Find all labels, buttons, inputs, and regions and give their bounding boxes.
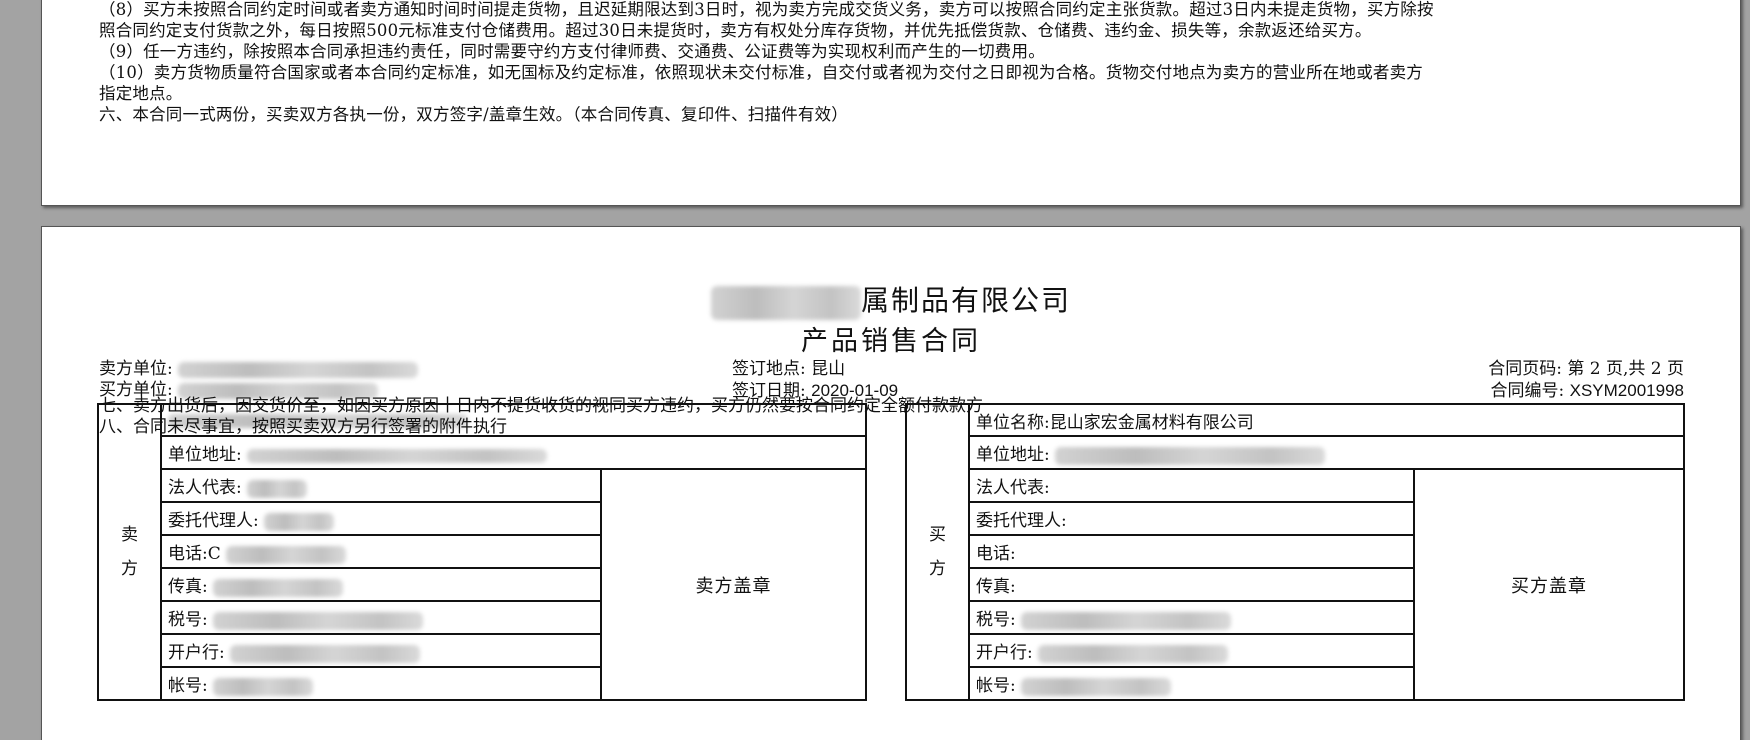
seller-phone-cell: 电话:C bbox=[160, 534, 602, 569]
redacted-buyer-address bbox=[1055, 446, 1326, 465]
buyer-side-char-1: 买 bbox=[929, 525, 946, 545]
buyer-phone-label: 电话: bbox=[976, 544, 1016, 564]
redacted-seller-agent bbox=[264, 512, 335, 531]
sign-place-value: 昆山 bbox=[811, 359, 846, 379]
seller-info-table: 卖方 单位地址: 法人代表: 卖方盖章 委托代理人: 电话:C 传真: 税号: … bbox=[97, 403, 867, 701]
clause-8-line-1: （8）买方未按照合同约定时间或者卖方通知时间时间提走货物，且迟延期限达到3日时，… bbox=[99, 0, 1434, 19]
document-title: 产品销售合同 bbox=[801, 326, 981, 357]
seller-unit-address-label: 单位地址: bbox=[168, 445, 242, 465]
redacted-buyer-account bbox=[1021, 677, 1172, 696]
overlay-clause-7: 七、卖方出货后，因交货价至，如因买方原因十日内不提货收货的视同买方违约，买方仍然… bbox=[99, 396, 983, 416]
buyer-agent-label: 委托代理人: bbox=[976, 511, 1067, 531]
redacted-seller-tax bbox=[213, 611, 424, 630]
redacted-seller-legal-rep bbox=[247, 479, 308, 498]
clause-10-line-2: 指定地点。 bbox=[99, 84, 183, 103]
redacted-seller-address bbox=[247, 448, 548, 463]
redacted-company-prefix bbox=[710, 285, 861, 320]
clause-8-line-2: 照合同约定支付货款之外，每日按照500元标准支付仓储费用。超过30日未提货时，卖… bbox=[99, 21, 1372, 40]
page-number-row: 合同页码: 第 2 页,共 2 页 bbox=[1488, 359, 1684, 380]
seller-agent-label: 委托代理人: bbox=[168, 511, 259, 531]
buyer-phone-cell: 电话: bbox=[968, 534, 1415, 569]
buyer-bank-cell: 开户行: bbox=[968, 633, 1415, 668]
seller-fax-label: 传真: bbox=[168, 577, 208, 597]
buyer-legal-rep-cell: 法人代表: bbox=[968, 468, 1415, 503]
seller-tax-label: 税号: bbox=[168, 610, 208, 630]
buyer-tax-label: 税号: bbox=[976, 610, 1016, 630]
redacted-seller-account bbox=[213, 677, 314, 696]
overlay-clause-8: 八、合同未尽事宜，按照买卖双方另行签署的附件执行 bbox=[99, 417, 507, 437]
company-name-visible: 属制品有限公司 bbox=[860, 284, 1071, 317]
seller-unit-address-cell: 单位地址: bbox=[160, 435, 867, 470]
seller-unit-row: 卖方单位: bbox=[99, 359, 419, 380]
seller-side-char-1: 卖 bbox=[121, 525, 138, 545]
buyer-unit-address-label: 单位地址: bbox=[976, 445, 1050, 465]
clause-6: 六、本合同一式两份，买卖双方各执一份，双方签字/盖章生效。（本合同传真、复印件、… bbox=[99, 105, 849, 124]
buyer-stamp-cell: 买方盖章 bbox=[1413, 468, 1685, 701]
contract-number-label: 合同编号: bbox=[1490, 381, 1565, 401]
seller-phone-label: 电话: bbox=[168, 544, 208, 564]
page-number-value: 第 2 页,共 2 页 bbox=[1567, 359, 1684, 379]
redacted-seller-fax bbox=[213, 578, 344, 597]
seller-side-label: 卖方 bbox=[97, 403, 162, 701]
sign-place-label: 签订地点: bbox=[732, 359, 806, 379]
clause-10-line-1: （10）卖方货物质量符合国家或者本合同约定标准，如无国标及约定标准，依照现状未交… bbox=[99, 63, 1423, 82]
redacted-buyer-bank bbox=[1038, 644, 1229, 663]
seller-legal-rep-label: 法人代表: bbox=[168, 478, 242, 498]
seller-legal-rep-cell: 法人代表: bbox=[160, 468, 602, 503]
buyer-fax-cell: 传真: bbox=[968, 567, 1415, 602]
buyer-legal-rep-label: 法人代表: bbox=[976, 478, 1050, 498]
page-number-label: 合同页码: bbox=[1488, 359, 1562, 379]
seller-bank-label: 开户行: bbox=[168, 643, 225, 663]
seller-agent-cell: 委托代理人: bbox=[160, 501, 602, 536]
seller-unit-label: 卖方单位: bbox=[99, 359, 173, 379]
buyer-unit-address-cell: 单位地址: bbox=[968, 435, 1685, 470]
buyer-agent-cell: 委托代理人: bbox=[968, 501, 1415, 536]
buyer-side-char-2: 方 bbox=[929, 559, 946, 579]
buyer-bank-label: 开户行: bbox=[976, 643, 1033, 663]
contract-number-row: 合同编号: XSYM2001998 bbox=[1490, 380, 1684, 402]
seller-bank-cell: 开户行: bbox=[160, 633, 602, 668]
seller-fax-cell: 传真: bbox=[160, 567, 602, 602]
redacted-seller-unit bbox=[178, 361, 419, 378]
seller-account-label: 帐号: bbox=[168, 676, 208, 696]
buyer-tax-cell: 税号: bbox=[968, 600, 1415, 635]
document-page-2: 属制品有限公司 产品销售合同 卖方单位: 买方单位: 签订地点: 昆山 签订日期… bbox=[41, 226, 1741, 740]
seller-side-char-2: 方 bbox=[121, 559, 138, 579]
contract-number-value: XSYM2001998 bbox=[1569, 381, 1684, 400]
seller-tax-cell: 税号: bbox=[160, 600, 602, 635]
buyer-account-cell: 帐号: bbox=[968, 666, 1415, 701]
clause-9: （9）任一方违约，除按照本合同承担违约责任，同时需要守约方支付律师费、交通费、公… bbox=[99, 42, 1045, 61]
seller-phone-partial: C bbox=[207, 544, 221, 564]
document-page-1: （8）买方未按照合同约定时间或者卖方通知时间时间提走货物，且迟延期限达到3日时，… bbox=[41, 0, 1741, 206]
buyer-fax-label: 传真: bbox=[976, 577, 1016, 597]
redacted-seller-bank bbox=[230, 644, 421, 663]
buyer-side-label: 买方 bbox=[905, 403, 970, 701]
redacted-buyer-tax bbox=[1021, 611, 1232, 630]
seller-stamp-cell: 卖方盖章 bbox=[600, 468, 867, 701]
seller-account-cell: 帐号: bbox=[160, 666, 602, 701]
company-title: 属制品有限公司 bbox=[42, 279, 1740, 320]
sign-place-row: 签订地点: 昆山 bbox=[732, 359, 845, 380]
buyer-account-label: 帐号: bbox=[976, 676, 1016, 696]
redacted-seller-phone bbox=[226, 545, 347, 564]
buyer-info-table: 买方 单位名称:昆山家宏金属材料有限公司 单位地址: 法人代表: 买方盖章 委托… bbox=[905, 403, 1685, 701]
